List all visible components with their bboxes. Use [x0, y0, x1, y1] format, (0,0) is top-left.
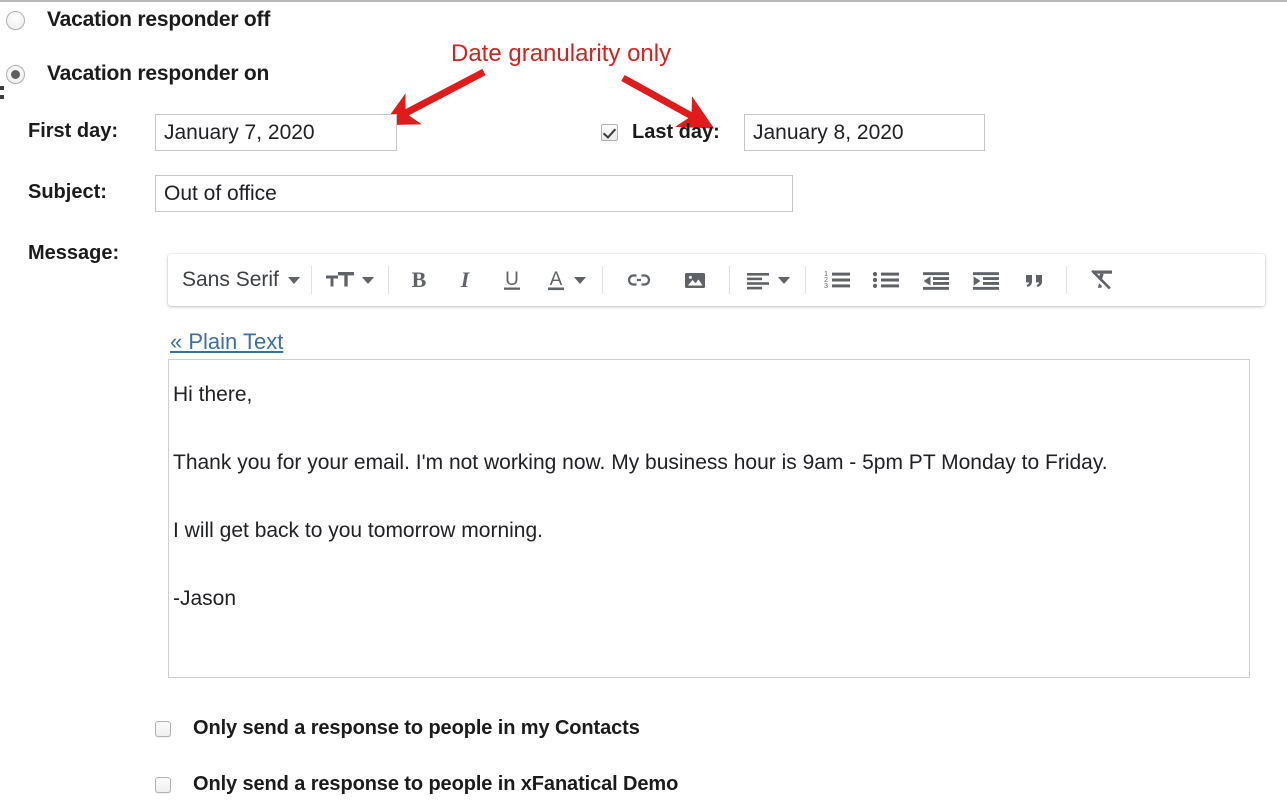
toolbar-separator	[728, 266, 730, 294]
text-color-icon: A	[545, 268, 567, 292]
vacation-responder-on-radio[interactable]	[6, 64, 25, 84]
vacation-responder-on-label: Vacation responder on	[47, 62, 270, 85]
top-divider	[0, 0, 1287, 2]
message-body-line: -Jason	[173, 587, 237, 610]
italic-icon: I	[455, 268, 475, 292]
radio-row-vacation-responder-off[interactable]: Vacation responder off	[6, 8, 270, 32]
indent-more-button[interactable]	[961, 260, 1011, 300]
svg-text:A: A	[550, 269, 563, 290]
font-family-dropdown[interactable]: Sans Serif	[174, 260, 304, 300]
message-label: Message:	[28, 242, 120, 264]
chevron-down-icon	[777, 276, 790, 284]
chevron-down-icon	[287, 276, 300, 284]
arrow-to-first-day	[382, 68, 486, 126]
align-dropdown[interactable]	[737, 260, 798, 300]
font-size-icon	[325, 268, 356, 292]
indent-increase-icon	[972, 268, 1000, 292]
numbered-list-button[interactable]: 1 2 3	[813, 260, 861, 300]
subject-input[interactable]: Out of office	[155, 175, 793, 212]
indent-less-button[interactable]	[911, 260, 961, 300]
vacation-responder-settings: Vacation responder off Vacation responde…	[0, 0, 1287, 810]
rich-text-toolbar: Sans Serif B I U A 1 2 3	[168, 254, 1265, 306]
remove-formatting-button[interactable]	[1074, 260, 1128, 300]
toolbar-separator	[1065, 266, 1067, 294]
bulleted-list-button[interactable]	[861, 260, 911, 300]
chevron-down-icon	[361, 276, 374, 284]
toolbar-separator	[310, 266, 312, 294]
last-day-input[interactable]: January 8, 2020	[744, 114, 985, 151]
subject-label: Subject:	[28, 181, 107, 203]
radio-row-vacation-responder-on[interactable]: Vacation responder on	[6, 62, 269, 86]
last-day-label: Last day:	[632, 121, 720, 143]
chevron-down-icon	[573, 276, 586, 284]
only-contacts-checkbox[interactable]	[155, 720, 171, 737]
insert-link-button[interactable]	[610, 260, 668, 300]
only-domain-label: Only send a response to people in xFanat…	[193, 773, 679, 795]
message-body-editor[interactable]: Hi there, Thank you for your email. I'm …	[168, 359, 1250, 678]
remove-formatting-icon	[1087, 267, 1115, 293]
toolbar-separator	[387, 266, 389, 294]
insert-image-button[interactable]	[668, 260, 722, 300]
only-contacts-label: Only send a response to people in my Con…	[193, 717, 640, 739]
svg-text:U: U	[505, 269, 519, 290]
only-domain-checkbox[interactable]	[155, 776, 171, 793]
first-day-label: First day:	[28, 120, 119, 142]
indent-decrease-icon	[922, 268, 950, 292]
bold-button[interactable]: B	[396, 260, 442, 300]
image-icon	[682, 268, 708, 292]
edge-drag-handle-icon	[0, 86, 5, 106]
message-body-line: I will get back to you tomorrow morning.	[173, 519, 543, 542]
link-icon	[626, 268, 652, 292]
svg-text:B: B	[412, 268, 427, 292]
vacation-responder-off-label: Vacation responder off	[47, 8, 271, 31]
align-left-icon	[745, 268, 771, 292]
underline-icon: U	[501, 268, 523, 292]
quote-button[interactable]	[1011, 260, 1059, 300]
plain-text-link[interactable]: « Plain Text	[170, 329, 283, 355]
bold-icon: B	[409, 268, 429, 292]
arrow-to-last-day	[621, 74, 715, 129]
quote-icon	[1022, 268, 1048, 292]
last-day-group: Last day:	[601, 114, 720, 151]
numbered-list-icon: 1 2 3	[823, 268, 851, 292]
bulleted-list-icon	[872, 268, 900, 292]
toolbar-separator	[601, 266, 603, 294]
message-body-line: Thank you for your email. I'm not workin…	[173, 451, 1108, 474]
vacation-responder-off-radio[interactable]	[6, 10, 25, 30]
annotation-label: Date granularity only	[451, 40, 672, 67]
first-day-input[interactable]: January 7, 2020	[155, 114, 397, 151]
toolbar-separator	[804, 266, 806, 294]
option-row-domain[interactable]: Only send a response to people in xFanat…	[155, 773, 678, 796]
font-family-value: Sans Serif	[182, 268, 279, 291]
last-day-checkbox[interactable]	[601, 124, 618, 141]
svg-text:I: I	[460, 268, 471, 292]
underline-button[interactable]: U	[488, 260, 536, 300]
text-color-dropdown[interactable]: A	[536, 260, 595, 300]
option-row-contacts[interactable]: Only send a response to people in my Con…	[155, 717, 640, 740]
italic-button[interactable]: I	[442, 260, 488, 300]
font-size-dropdown[interactable]	[319, 260, 381, 300]
svg-text:3: 3	[824, 281, 828, 290]
message-body-line: Hi there,	[173, 383, 253, 406]
